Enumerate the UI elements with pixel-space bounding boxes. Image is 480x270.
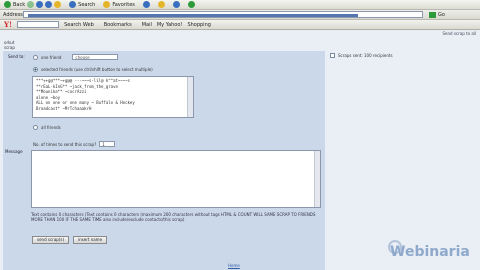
- toolbar-search-input[interactable]: [17, 21, 60, 28]
- one-friend-radio[interactable]: [33, 54, 38, 60]
- search-icon: [69, 1, 77, 8]
- num-times-row: No. of times to send this scrap? 1: [33, 141, 116, 147]
- watermark-logo: Webinaria: [388, 240, 470, 260]
- yahoo-logo[interactable]: Y!: [4, 20, 12, 29]
- url-text: [28, 14, 358, 17]
- history-icon[interactable]: [142, 1, 150, 8]
- forward-icon[interactable]: [27, 1, 35, 8]
- num-times-label: No. of times to send this scrap?: [33, 141, 97, 147]
- selected-friends-row: selected friends (use ctrl/shift button …: [33, 67, 153, 72]
- all-friends-label: all friends: [41, 125, 61, 130]
- page-header-line2: scrap: [4, 45, 15, 50]
- top-links[interactable]: Send scrap to all: [443, 31, 477, 36]
- logo-circle-icon: [388, 240, 402, 254]
- favorites-button[interactable]: Favorites: [103, 1, 135, 8]
- one-friend-label: one friend: [41, 54, 62, 60]
- friend-select[interactable]: choose: [72, 54, 119, 60]
- mail-button[interactable]: Mail: [142, 22, 152, 28]
- back-icon[interactable]: [4, 1, 11, 8]
- home-icon[interactable]: [54, 1, 62, 8]
- browser-toolbar: Back Search Favorites: [0, 0, 480, 10]
- search-button[interactable]: Search: [69, 1, 95, 8]
- page-content: Send scrap to all orkut scrap Send to: o…: [0, 31, 480, 270]
- all-friends-radio[interactable]: [33, 125, 38, 130]
- address-input[interactable]: [23, 11, 423, 18]
- friend-item[interactable]: Broadcast* ~MrTchaaakrH: [36, 106, 190, 112]
- selected-friends-radio[interactable]: [33, 67, 38, 72]
- send-scrap-button[interactable]: send scrap(s): [32, 236, 70, 244]
- num-times-input[interactable]: 1: [99, 141, 116, 147]
- status-text: Scraps sent: 100 recipients: [338, 53, 393, 58]
- message-textarea[interactable]: [31, 150, 321, 208]
- search-web-button[interactable]: Search Web: [64, 22, 94, 28]
- address-bar-row: Address Go: [0, 10, 480, 20]
- message-label: Message: [5, 149, 23, 154]
- back-button[interactable]: Back: [13, 2, 25, 8]
- address-label: Address: [3, 11, 23, 18]
- stop-icon[interactable]: [36, 1, 44, 8]
- go-button[interactable]: Go: [429, 11, 445, 18]
- go-arrow-icon: [429, 11, 436, 18]
- star-icon: [103, 1, 111, 8]
- listbox-scrollbar[interactable]: [187, 77, 193, 117]
- status-checkbox[interactable]: [330, 53, 335, 58]
- all-friends-row: all friends: [33, 125, 61, 130]
- send-to-label: Send to:: [8, 54, 25, 59]
- refresh-icon[interactable]: [45, 1, 53, 8]
- shopping-button[interactable]: Shopping: [187, 22, 210, 28]
- bookmarks-button[interactable]: Bookmarks: [104, 22, 132, 28]
- form-actions: send scrap(s) insert name: [32, 236, 108, 244]
- messenger-icon[interactable]: [187, 1, 195, 8]
- insert-name-button[interactable]: insert name: [73, 236, 108, 244]
- character-note: Text contains 0 characters (Text contain…: [31, 212, 316, 222]
- selected-friends-label: selected friends (use ctrl/shift button …: [41, 67, 153, 72]
- mail-icon[interactable]: [157, 1, 165, 8]
- status-note: Scraps sent: 100 recipients: [330, 53, 393, 58]
- print-icon[interactable]: [172, 1, 180, 8]
- friends-listbox[interactable]: ***++g@***~+g@@ ---~~~s-lil@ k^^at~~~~s …: [32, 76, 194, 118]
- one-friend-row: one friend choose: [33, 54, 119, 60]
- my-yahoo-button[interactable]: My Yahoo!: [157, 22, 183, 28]
- yahoo-toolbar: Y! Search Web Bookmarks Mail My Yahoo! S…: [0, 20, 480, 30]
- bottom-link[interactable]: Home: [228, 263, 240, 268]
- textarea-scrollbar[interactable]: [314, 151, 320, 207]
